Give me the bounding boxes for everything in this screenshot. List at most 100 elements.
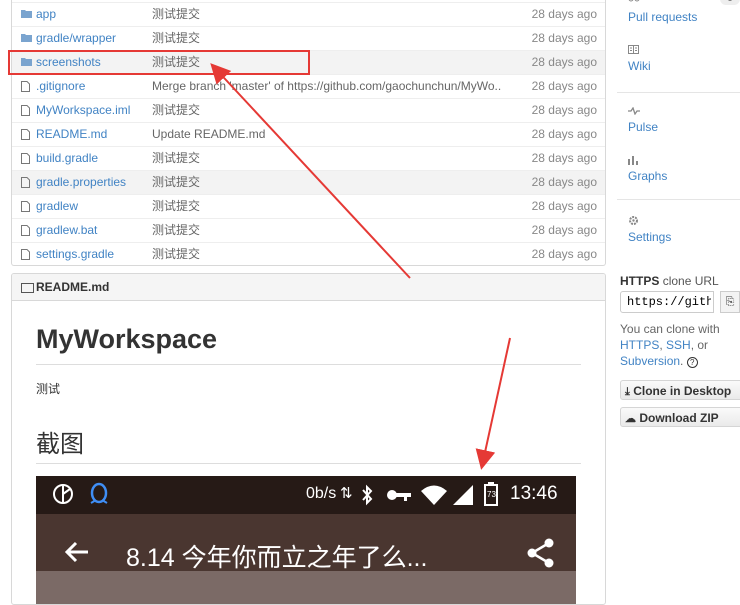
divider [617, 92, 740, 93]
file-name-link[interactable]: gradle.properties [36, 171, 126, 194]
commit-message[interactable]: 测试提交 [152, 147, 502, 170]
file-list: app 测试提交 28 days ago gradle/wrapper 测试提交 28 d… [11, 0, 606, 266]
file-icon [21, 249, 32, 260]
file-name-link[interactable]: settings.gradle [36, 243, 114, 266]
section-title: 截图 [36, 430, 84, 458]
wiki-icon [628, 45, 639, 54]
clone-help: You can clone with HTTPS, SSH, or Subver… [620, 322, 720, 368]
download-zip-button[interactable]: ☁ Download ZIP [620, 407, 740, 427]
back-arrow-icon [64, 541, 88, 563]
https-link[interactable]: HTTPS [620, 338, 659, 352]
commit-age: 28 days ago [531, 247, 597, 261]
file-icon [21, 105, 32, 116]
readme-panel: README.md MyWorkspace 测试 截图 0b/s ⇅ 73 13… [11, 273, 606, 605]
file-row[interactable]: MyWorkspace.iml 测试提交 28 days ago [12, 98, 605, 123]
clone-desktop-label: Clone in Desktop [633, 384, 732, 398]
file-name-link[interactable]: gradlew [36, 195, 78, 218]
file-row[interactable]: app 测试提交 28 days ago [12, 2, 605, 27]
commit-message[interactable]: 测试提交 [152, 219, 502, 242]
clone-help-period: . [680, 354, 684, 368]
file-name-link[interactable]: .gitignore [36, 75, 85, 98]
data-arrows-icon: ⇅ [340, 485, 353, 502]
key-icon [387, 490, 411, 501]
clone-url-input[interactable] [620, 291, 714, 313]
commit-message[interactable]: Update README.md [152, 123, 502, 146]
screenshot-image: 0b/s ⇅ 73 13:46 8.14 今年你而立之年了么... [36, 476, 576, 604]
pr-count-badge: 0 [720, 0, 740, 5]
file-row[interactable]: README.md Update README.md 28 days ago [12, 122, 605, 147]
commit-age: 28 days ago [531, 55, 597, 69]
readme-header: README.md [12, 274, 605, 301]
share-icon [527, 538, 554, 568]
commit-message[interactable]: 测试提交 [152, 243, 502, 266]
file-row[interactable]: settings.gradle 测试提交 28 days ago [12, 242, 605, 267]
file-row[interactable]: gradlew.bat 测试提交 28 days ago [12, 218, 605, 243]
file-row[interactable]: .gitignore Merge branch 'master' of https… [12, 74, 605, 99]
bluetooth-icon [362, 484, 373, 506]
file-icon [21, 81, 32, 92]
download-zip-label: Download ZIP [639, 411, 719, 425]
file-name-link[interactable]: README.md [36, 123, 107, 146]
gear-icon [629, 216, 638, 225]
ssh-link[interactable]: SSH [666, 338, 691, 352]
commit-message[interactable]: 测试提交 [152, 99, 502, 122]
signal-icon [453, 485, 473, 505]
commit-age: 28 days ago [531, 103, 597, 117]
file-name-link[interactable]: gradlew.bat [36, 219, 97, 242]
book-icon [21, 283, 34, 293]
commit-age: 28 days ago [531, 151, 597, 165]
file-name-link[interactable]: app [36, 3, 56, 26]
copy-to-clipboard-button[interactable]: ⎘ [720, 291, 740, 313]
clone-protocol: HTTPS [620, 274, 660, 288]
commit-message[interactable]: 测试提交 [152, 27, 502, 50]
commit-age: 28 days ago [531, 223, 597, 237]
file-row[interactable]: build.gradle 测试提交 28 days ago [12, 146, 605, 171]
phone-content-image [36, 571, 576, 604]
file-name-link[interactable]: build.gradle [36, 147, 98, 170]
clock: 13:46 [510, 483, 558, 504]
divider [36, 364, 581, 365]
nav-pull-requests[interactable]: Pull requests [628, 10, 697, 24]
clone-in-desktop-button[interactable]: ⤓ Clone in Desktop [620, 380, 740, 400]
nav-graphs[interactable]: Graphs [628, 169, 667, 183]
divider [36, 463, 581, 464]
clone-help-text: You can clone with [620, 322, 720, 336]
commit-message[interactable]: 测试提交 [152, 3, 502, 26]
readme-header-label: README.md [36, 280, 110, 294]
clipboard-icon: ⎘ [725, 296, 735, 308]
commit-age: 28 days ago [531, 175, 597, 189]
file-icon [21, 153, 32, 164]
file-row[interactable]: gradle.properties 测试提交 28 days ago [12, 170, 605, 195]
nav-settings[interactable]: Settings [628, 230, 671, 244]
nav-wiki[interactable]: Wiki [628, 59, 651, 73]
clone-url-label: HTTPS clone URL [620, 274, 719, 288]
commit-message[interactable]: 测试提交 [152, 195, 502, 218]
cloud-download-icon: ☁ [625, 413, 636, 425]
readme-title: MyWorkspace [36, 324, 218, 354]
wifi-icon [421, 485, 447, 505]
nav-pulse[interactable]: Pulse [628, 120, 658, 134]
desktop-download-icon: ⤓ [625, 386, 630, 398]
folder-icon [21, 9, 32, 20]
folder-icon [21, 33, 32, 44]
file-row[interactable]: gradle/wrapper 测试提交 28 days ago [12, 26, 605, 51]
sync-icon [53, 484, 73, 504]
clone-help-or: , or [690, 338, 709, 352]
subversion-link[interactable]: Subversion [620, 354, 680, 368]
battery-level: 73 [487, 490, 496, 499]
file-name-link[interactable]: MyWorkspace.iml [36, 99, 130, 122]
commit-age: 28 days ago [531, 31, 597, 45]
readme-paragraph: 测试 [36, 382, 61, 396]
qq-icon [90, 482, 108, 504]
commit-message[interactable]: Merge branch 'master' of https://github.… [152, 75, 502, 98]
file-icon [21, 177, 32, 188]
file-icon [21, 129, 32, 140]
file-row[interactable]: gradlew 测试提交 28 days ago [12, 194, 605, 219]
help-icon[interactable]: ? [686, 357, 698, 368]
file-icon [21, 201, 32, 212]
file-name-link[interactable]: gradle/wrapper [36, 27, 116, 50]
phone-status-bar: 0b/s ⇅ 73 13:46 [36, 476, 576, 514]
network-speed: 0b/s [306, 485, 337, 502]
commit-age: 28 days ago [531, 199, 597, 213]
commit-message[interactable]: 测试提交 [152, 171, 502, 194]
